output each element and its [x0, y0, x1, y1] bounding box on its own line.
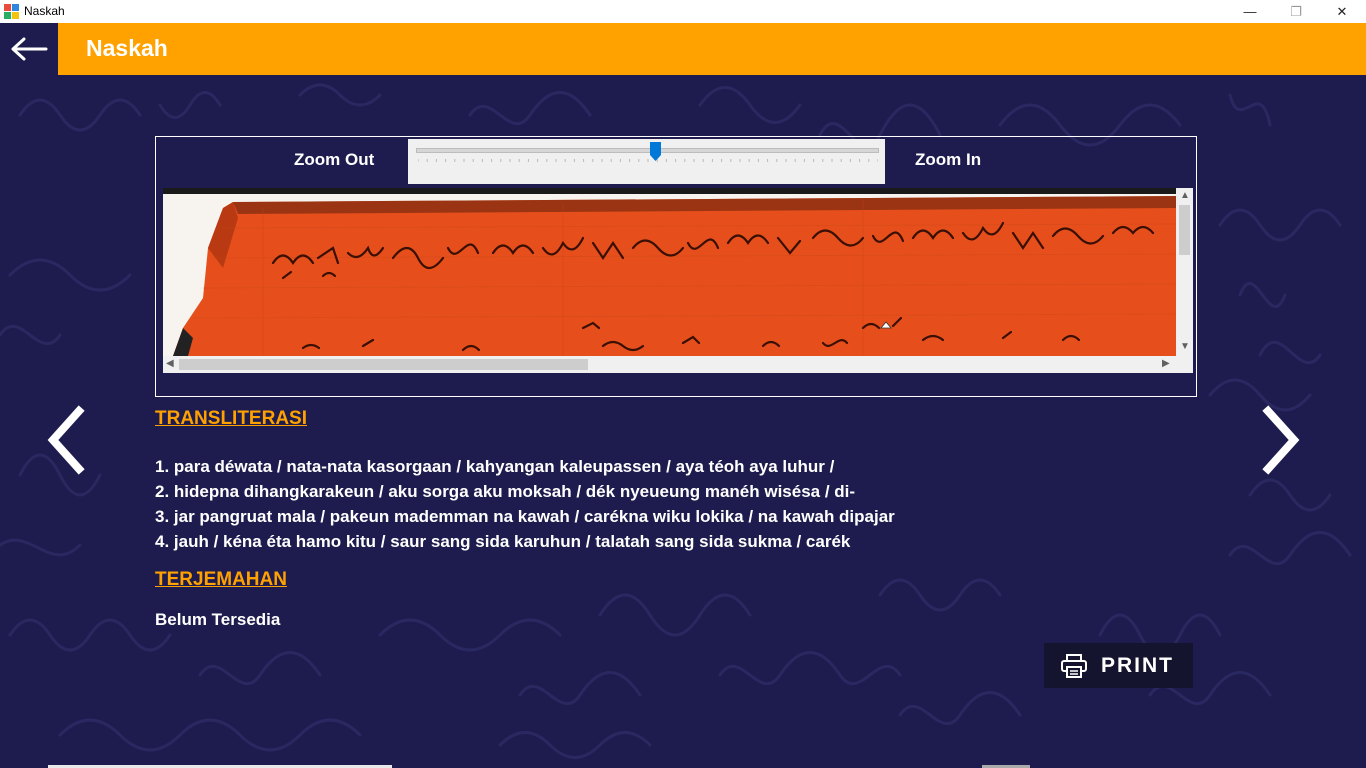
zoom-slider-thumb[interactable]	[650, 142, 662, 161]
app-icon	[4, 4, 19, 19]
printer-icon	[1061, 653, 1087, 678]
zoom-out-label: Zoom Out	[294, 150, 375, 169]
horizontal-scrollbar[interactable]: ◀ ▶	[163, 356, 1176, 373]
manuscript-image-frame: ▲ ▼ ◀ ▶	[163, 188, 1193, 373]
maximize-button[interactable]: ❐	[1273, 0, 1319, 23]
chevron-left-icon[interactable]	[45, 405, 85, 475]
zoom-slider-ticks	[418, 159, 878, 162]
transliterasi-line: 3. jar pangruat mala / pakeun mademman n…	[155, 507, 895, 526]
terjemahan-heading: TERJEMAHAN	[155, 569, 287, 590]
zoom-slider[interactable]	[408, 139, 885, 184]
chevron-right-icon[interactable]	[1262, 405, 1302, 475]
window-titlebar: Naskah — ❐ ✕	[0, 0, 1366, 23]
scroll-right-icon[interactable]: ▶	[1162, 359, 1170, 369]
scroll-left-icon[interactable]: ◀	[166, 359, 174, 369]
window-title: Naskah	[24, 4, 65, 18]
print-button[interactable]: PRINT	[1044, 643, 1193, 688]
transliterasi-line: 1. para déwata / nata-nata kasorgaan / k…	[155, 457, 835, 476]
zoom-in-label: Zoom In	[915, 150, 982, 169]
back-button[interactable]	[0, 23, 58, 75]
vertical-scrollbar-thumb[interactable]	[1179, 205, 1190, 255]
zoom-slider-track	[416, 148, 879, 153]
manuscript-image[interactable]	[163, 188, 1176, 356]
arrow-left-icon	[11, 37, 48, 61]
close-button[interactable]: ✕	[1319, 0, 1365, 23]
horizontal-scrollbar-thumb[interactable]	[179, 359, 588, 370]
scroll-down-icon[interactable]: ▼	[1180, 342, 1190, 352]
app-header: Naskah	[0, 23, 1366, 75]
vertical-scrollbar[interactable]: ▲ ▼	[1176, 188, 1193, 356]
scroll-up-icon[interactable]: ▲	[1180, 191, 1190, 201]
transliterasi-line: 2. hidepna dihangkarakeun / aku sorga ak…	[155, 482, 856, 501]
transliterasi-text: 1. para déwata / nata-nata kasorgaan / k…	[155, 454, 895, 554]
transliterasi-line: 4. jauh / kéna éta hamo kitu / saur sang…	[155, 532, 851, 551]
terjemahan-text: Belum Tersedia	[155, 610, 281, 629]
page-title: Naskah	[86, 35, 168, 61]
minimize-button[interactable]: —	[1227, 0, 1273, 23]
manuscript-viewer: Zoom Out Zoom In ▲ ▼ ◀ ▶	[155, 136, 1197, 397]
transliterasi-heading: TRANSLITERASI	[155, 408, 307, 429]
print-label: PRINT	[1101, 653, 1174, 677]
